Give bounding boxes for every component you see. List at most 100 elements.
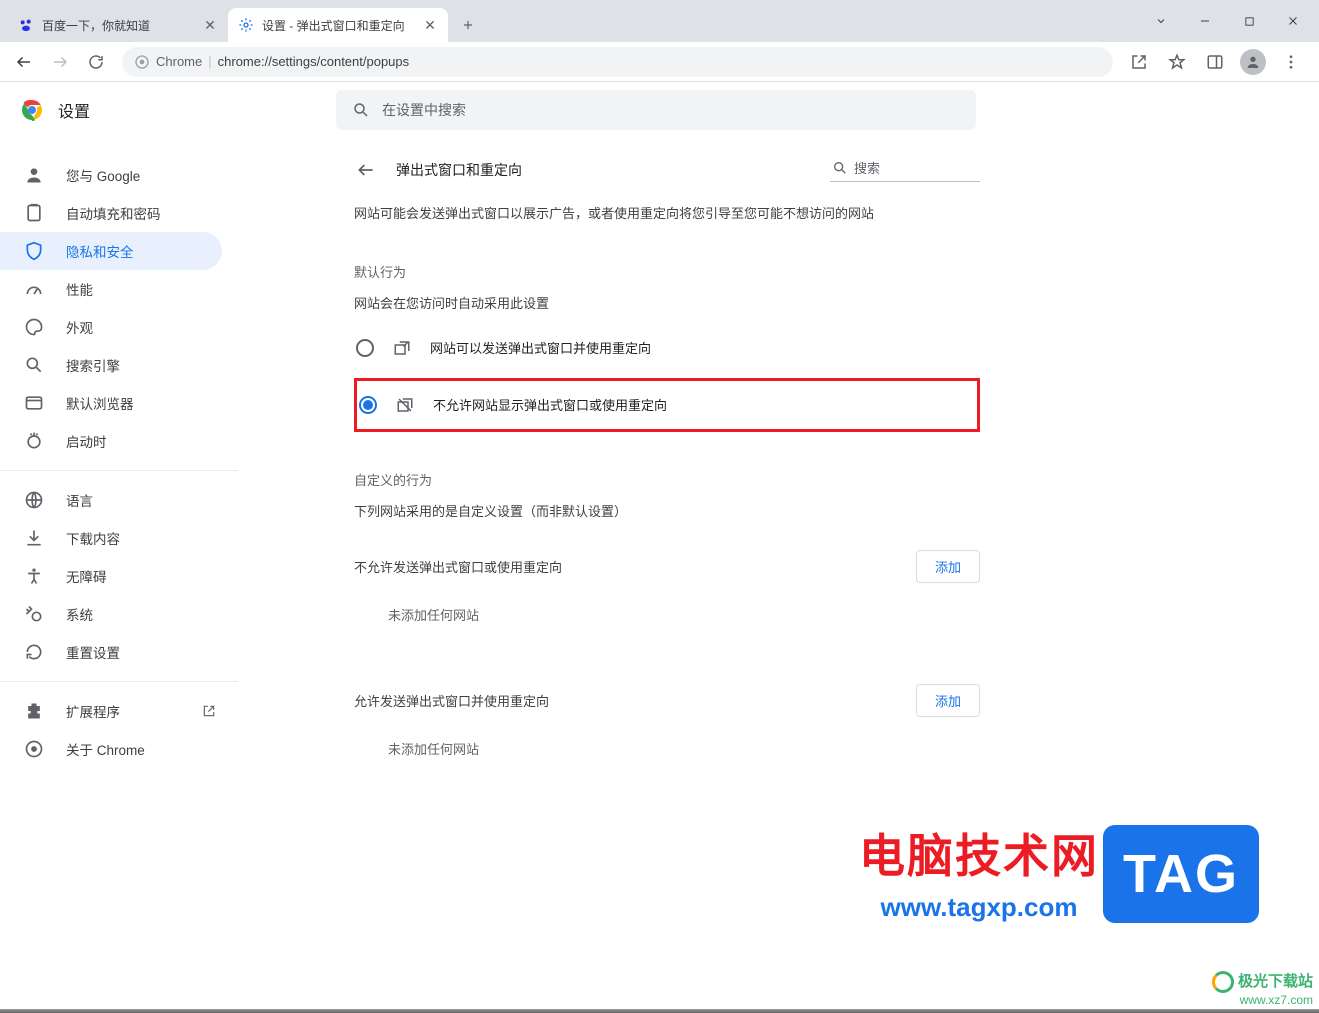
custom-behavior-subtext: 下列网站采用的是自定义设置（而非默认设置） bbox=[354, 501, 980, 520]
sidebar-item-label: 语言 bbox=[66, 490, 93, 510]
sidebar-item-privacy[interactable]: 隐私和安全 bbox=[0, 232, 222, 270]
watermark-tag-badge: TAG bbox=[1103, 825, 1259, 923]
sidebar-item-downloads[interactable]: 下载内容 bbox=[0, 519, 222, 557]
search-icon bbox=[352, 101, 370, 119]
browser-tab-baidu[interactable]: 百度一下，你就知道 ✕ bbox=[8, 8, 228, 42]
allow-list-label: 允许发送弹出式窗口并使用重定向 bbox=[354, 691, 549, 710]
sidebar-item-on-startup[interactable]: 启动时 bbox=[0, 422, 222, 460]
sidebar-item-default-browser[interactable]: 默认浏览器 bbox=[0, 384, 222, 422]
browser-tab-settings[interactable]: 设置 - 弹出式窗口和重定向 ✕ bbox=[228, 8, 448, 42]
highlight-annotation: 不允许网站显示弹出式窗口或使用重定向 bbox=[354, 378, 980, 432]
close-icon[interactable]: ✕ bbox=[422, 17, 438, 33]
forward-button[interactable] bbox=[44, 46, 76, 78]
sidebar-item-label: 启动时 bbox=[66, 431, 107, 451]
watermark-line2: www.tagxp.com bbox=[859, 892, 1099, 923]
gear-icon bbox=[238, 17, 254, 33]
new-tab-button[interactable] bbox=[454, 11, 482, 39]
custom-behavior-label: 自定义的行为 bbox=[354, 470, 980, 489]
tab-title: 百度一下，你就知道 bbox=[42, 17, 150, 34]
share-icon[interactable] bbox=[1123, 46, 1155, 78]
radio-icon bbox=[356, 339, 374, 357]
add-block-site-button[interactable]: 添加 bbox=[916, 550, 980, 583]
block-list-header: 不允许发送弹出式窗口或使用重定向 添加 bbox=[354, 550, 980, 583]
popup-block-icon bbox=[395, 395, 415, 415]
url-text: chrome://settings/content/popups bbox=[218, 54, 410, 69]
minimize-button[interactable] bbox=[1183, 6, 1227, 36]
radio-allow-popups[interactable]: 网站可以发送弹出式窗口并使用重定向 bbox=[354, 324, 980, 372]
watermark2-line1: 极光下载站 bbox=[1212, 970, 1313, 993]
sidebar-item-autofill[interactable]: 自动填充和密码 bbox=[0, 194, 222, 232]
sidebar-item-extensions[interactable]: 扩展程序 bbox=[0, 692, 222, 730]
sidebar-item-reset[interactable]: 重置设置 bbox=[0, 633, 222, 671]
toolbar-right bbox=[1123, 46, 1311, 78]
side-panel-icon[interactable] bbox=[1199, 46, 1231, 78]
bottom-border bbox=[0, 1009, 1319, 1013]
chrome-icon bbox=[134, 54, 150, 70]
search-icon bbox=[832, 160, 848, 176]
close-window-button[interactable] bbox=[1271, 6, 1315, 36]
sidebar-item-label: 系统 bbox=[66, 604, 93, 624]
bookmark-star-icon[interactable] bbox=[1161, 46, 1193, 78]
panel-search-input[interactable]: 搜索 bbox=[830, 158, 980, 182]
add-allow-site-button[interactable]: 添加 bbox=[916, 684, 980, 717]
scheme-label: Chrome bbox=[156, 54, 202, 69]
settings-search-box[interactable]: 在设置中搜索 bbox=[336, 90, 976, 130]
sidebar-item-appearance[interactable]: 外观 bbox=[0, 308, 222, 346]
sidebar-item-accessibility[interactable]: 无障碍 bbox=[0, 557, 222, 595]
block-list-empty: 未添加任何网站 bbox=[354, 605, 980, 624]
url-separator: | bbox=[208, 54, 211, 69]
sidebar-item-label: 扩展程序 bbox=[66, 701, 120, 721]
sidebar-item-label: 下载内容 bbox=[66, 528, 120, 548]
sidebar-item-label: 隐私和安全 bbox=[66, 241, 134, 261]
radio-icon-checked bbox=[359, 396, 377, 414]
reload-button[interactable] bbox=[80, 46, 112, 78]
back-button[interactable] bbox=[8, 46, 40, 78]
swirl-icon bbox=[1212, 971, 1234, 993]
panel-search-placeholder: 搜索 bbox=[854, 158, 880, 177]
sidebar-item-label: 您与 Google bbox=[66, 165, 140, 185]
popup-allow-icon bbox=[392, 338, 412, 358]
profile-avatar[interactable] bbox=[1237, 46, 1269, 78]
watermark-line1: 电脑技术网 bbox=[859, 820, 1099, 886]
settings-title: 设置 bbox=[58, 98, 90, 122]
sidebar-item-label: 自动填充和密码 bbox=[66, 203, 161, 223]
close-icon[interactable]: ✕ bbox=[202, 17, 218, 33]
panel-description: 网站可能会发送弹出式窗口以展示广告，或者使用重定向将您引导至您可能不想访问的网站 bbox=[354, 204, 980, 224]
baidu-favicon bbox=[18, 17, 34, 33]
sidebar-separator bbox=[0, 681, 238, 682]
browser-toolbar: Chrome | chrome://settings/content/popup… bbox=[0, 42, 1319, 82]
chrome-logo-icon bbox=[20, 98, 44, 122]
maximize-button[interactable] bbox=[1227, 6, 1271, 36]
sidebar-item-label: 无障碍 bbox=[66, 566, 107, 586]
sidebar-separator bbox=[0, 470, 238, 471]
default-behavior-label: 默认行为 bbox=[354, 262, 980, 281]
radio-label: 不允许网站显示弹出式窗口或使用重定向 bbox=[433, 395, 667, 414]
search-placeholder: 在设置中搜索 bbox=[382, 100, 466, 120]
sidebar-item-search-engine[interactable]: 搜索引擎 bbox=[0, 346, 222, 384]
radio-block-popups[interactable]: 不允许网站显示弹出式窗口或使用重定向 bbox=[357, 381, 917, 429]
external-link-icon bbox=[202, 704, 216, 718]
default-behavior-subtext: 网站会在您访问时自动采用此设置 bbox=[354, 293, 980, 312]
radio-label: 网站可以发送弹出式窗口并使用重定向 bbox=[430, 338, 651, 357]
block-list-label: 不允许发送弹出式窗口或使用重定向 bbox=[354, 557, 562, 576]
sidebar-item-system[interactable]: 系统 bbox=[0, 595, 222, 633]
address-bar[interactable]: Chrome | chrome://settings/content/popup… bbox=[122, 47, 1113, 77]
window-controls bbox=[1139, 0, 1319, 42]
sidebar-item-label: 搜索引擎 bbox=[66, 355, 120, 375]
sidebar-item-performance[interactable]: 性能 bbox=[0, 270, 222, 308]
caret-down-icon[interactable] bbox=[1139, 6, 1183, 36]
watermark-tagxp: 电脑技术网 www.tagxp.com bbox=[859, 820, 1099, 923]
tab-title: 设置 - 弹出式窗口和重定向 bbox=[262, 17, 405, 34]
watermark-xz7: 极光下载站 www.xz7.com bbox=[1212, 970, 1313, 1007]
back-arrow-icon[interactable] bbox=[354, 158, 378, 182]
sidebar-item-you-and-google[interactable]: 您与 Google bbox=[0, 156, 222, 194]
settings-sidebar: 您与 Google 自动填充和密码 隐私和安全 性能 外观 搜索引擎 bbox=[0, 138, 238, 1013]
sidebar-item-label: 关于 Chrome bbox=[66, 739, 145, 759]
sidebar-item-languages[interactable]: 语言 bbox=[0, 481, 222, 519]
sidebar-item-label: 性能 bbox=[66, 279, 93, 299]
sidebar-item-label: 默认浏览器 bbox=[66, 393, 134, 413]
settings-header: 设置 在设置中搜索 bbox=[0, 82, 1319, 138]
kebab-menu-icon[interactable] bbox=[1275, 46, 1307, 78]
allow-list-empty: 未添加任何网站 bbox=[354, 739, 980, 758]
sidebar-item-about[interactable]: 关于 Chrome bbox=[0, 730, 222, 768]
